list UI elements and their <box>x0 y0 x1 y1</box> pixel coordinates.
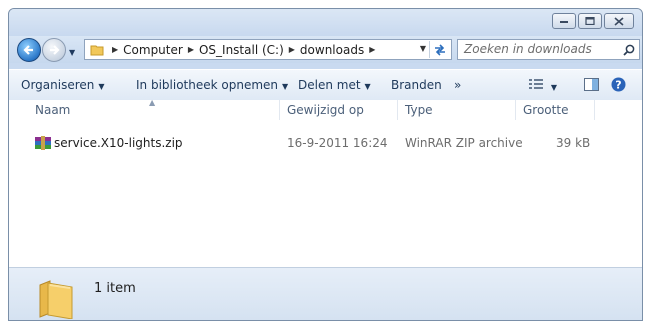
breadcrumb-separator[interactable]: ▶ <box>112 45 118 54</box>
file-list: ▲ Naam Gewijzigd op Type Grootte service… <box>9 98 642 267</box>
column-divider[interactable] <box>279 100 280 120</box>
preview-pane-button[interactable] <box>584 78 599 94</box>
help-button[interactable]: ? <box>611 77 626 95</box>
details-pane: 1 item <box>9 267 642 320</box>
file-row[interactable]: service.X10-lights.zip 16-9-2011 16:24 W… <box>9 133 642 153</box>
folder-icon <box>38 279 74 320</box>
details-view-icon <box>529 79 543 89</box>
column-header-type[interactable]: Type <box>405 100 433 120</box>
navigation-bar: ▼ ▶ Computer ▶ OS_Install (C:) ▶ downloa… <box>9 36 642 63</box>
breadcrumb-computer[interactable]: Computer <box>123 43 183 57</box>
folder-icon <box>90 43 104 56</box>
maximize-icon <box>585 17 595 25</box>
breadcrumb-separator[interactable]: ▶ <box>289 45 295 54</box>
chevron-down-icon: ▼ <box>98 82 105 91</box>
search-placeholder: Zoeken in downloads <box>464 42 592 56</box>
sort-ascending-icon: ▲ <box>149 98 156 107</box>
column-header-size[interactable]: Grootte <box>523 100 568 120</box>
chevron-down-icon: ▼ <box>364 82 371 91</box>
minimize-button[interactable] <box>552 13 576 29</box>
column-divider[interactable] <box>594 100 595 120</box>
help-icon: ? <box>611 77 626 92</box>
command-toolbar: Organiseren ▼ In bibliotheek opnemen ▼ Del… <box>9 69 642 101</box>
search-input[interactable]: Zoeken in downloads <box>457 39 640 60</box>
breadcrumb-downloads[interactable]: downloads <box>300 43 364 57</box>
file-name[interactable]: service.X10-lights.zip <box>54 133 183 153</box>
close-icon <box>614 16 624 26</box>
burn-button[interactable]: Branden <box>391 78 442 92</box>
column-header-name[interactable]: Naam <box>35 100 70 120</box>
explorer-window: ▼ ▶ Computer ▶ OS_Install (C:) ▶ downloa… <box>8 8 643 321</box>
preview-pane-icon <box>584 78 599 91</box>
back-arrow-icon <box>23 45 33 55</box>
breadcrumb-separator[interactable]: ▶ <box>188 45 194 54</box>
more-commands-button[interactable]: » <box>454 78 461 92</box>
view-options-button[interactable]: ▼ <box>529 79 557 93</box>
column-divider[interactable] <box>397 100 398 120</box>
address-bar[interactable]: ▶ Computer ▶ OS_Install (C:) ▶ downloads… <box>84 39 452 60</box>
organize-menu[interactable]: Organiseren ▼ <box>21 78 105 92</box>
chevron-down-icon: ▼ <box>282 82 289 91</box>
file-size: 39 kB <box>556 136 591 150</box>
breadcrumb-separator[interactable]: ▶ <box>369 45 375 54</box>
address-history-dropdown[interactable]: ▼ <box>420 44 426 53</box>
recent-pages-dropdown[interactable]: ▼ <box>69 48 75 57</box>
column-header-modified[interactable]: Gewijzigd op <box>287 100 364 120</box>
close-button[interactable] <box>604 13 634 29</box>
column-divider[interactable] <box>515 100 516 120</box>
breadcrumb-drive[interactable]: OS_Install (C:) <box>199 43 284 57</box>
winrar-archive-icon <box>35 136 51 156</box>
share-with-menu[interactable]: Delen met ▼ <box>298 78 371 92</box>
forward-button[interactable] <box>42 38 66 62</box>
include-in-library-menu[interactable]: In bibliotheek opnemen ▼ <box>136 78 288 92</box>
forward-arrow-icon <box>50 45 60 55</box>
search-icon[interactable] <box>623 43 635 62</box>
file-modified: 16-9-2011 16:24 <box>287 136 388 150</box>
maximize-button[interactable] <box>578 13 602 29</box>
back-button[interactable] <box>17 38 41 62</box>
minimize-icon <box>560 21 568 23</box>
chevron-down-icon: ▼ <box>550 83 557 92</box>
refresh-button[interactable] <box>429 41 450 58</box>
refresh-icon <box>435 43 445 56</box>
file-type: WinRAR ZIP archive <box>405 136 523 150</box>
item-count: 1 item <box>94 281 136 296</box>
svg-text:?: ? <box>615 79 621 92</box>
title-bar[interactable] <box>9 9 642 36</box>
